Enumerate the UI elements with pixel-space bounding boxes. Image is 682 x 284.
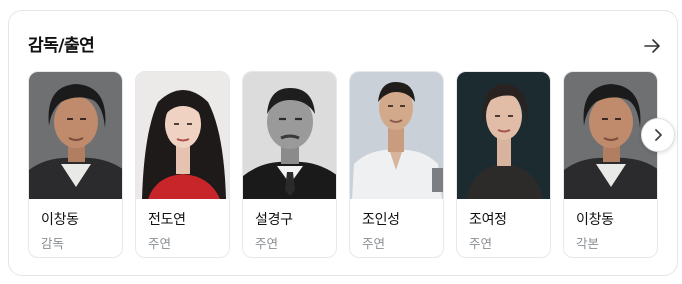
person-photo: [29, 72, 122, 199]
section-title: 감독/출연: [28, 36, 95, 56]
person-name: 조인성: [362, 212, 400, 228]
person-card[interactable]: 이창동 각본: [563, 71, 658, 258]
people-list: 이창동 감독 전도연 주연 설경구 주연 조인성 주연 조여정 주연 이창동 각…: [28, 71, 659, 269]
person-name: 전도연: [148, 212, 186, 228]
person-photo: [243, 72, 336, 199]
person-photo: [457, 72, 550, 199]
person-role: 주연: [148, 236, 172, 251]
person-card[interactable]: 이창동 감독: [28, 71, 123, 258]
person-photo: [136, 72, 229, 199]
cast-card: 감독/출연 이창동 감독 전도연 주연 설경구 주연 조인성 주연 조여정 주연…: [8, 10, 678, 276]
person-card[interactable]: 전도연 주연: [135, 71, 230, 258]
person-role: 주연: [255, 236, 279, 251]
person-card[interactable]: 설경구 주연: [242, 71, 337, 258]
person-role: 주연: [469, 236, 493, 251]
person-name: 이창동: [576, 212, 614, 228]
person-name: 이창동: [41, 212, 79, 228]
person-card[interactable]: 조여정 주연: [456, 71, 551, 258]
chevron-right-icon: [655, 129, 662, 141]
person-name: 설경구: [255, 212, 293, 228]
person-name: 조여정: [469, 212, 507, 228]
next-button[interactable]: [641, 118, 675, 152]
person-role: 감독: [41, 236, 65, 251]
person-role: 각본: [576, 236, 600, 251]
person-role: 주연: [362, 236, 386, 251]
person-photo: [350, 72, 443, 199]
arrow-right-icon[interactable]: [641, 35, 663, 57]
person-card[interactable]: 조인성 주연: [349, 71, 444, 258]
